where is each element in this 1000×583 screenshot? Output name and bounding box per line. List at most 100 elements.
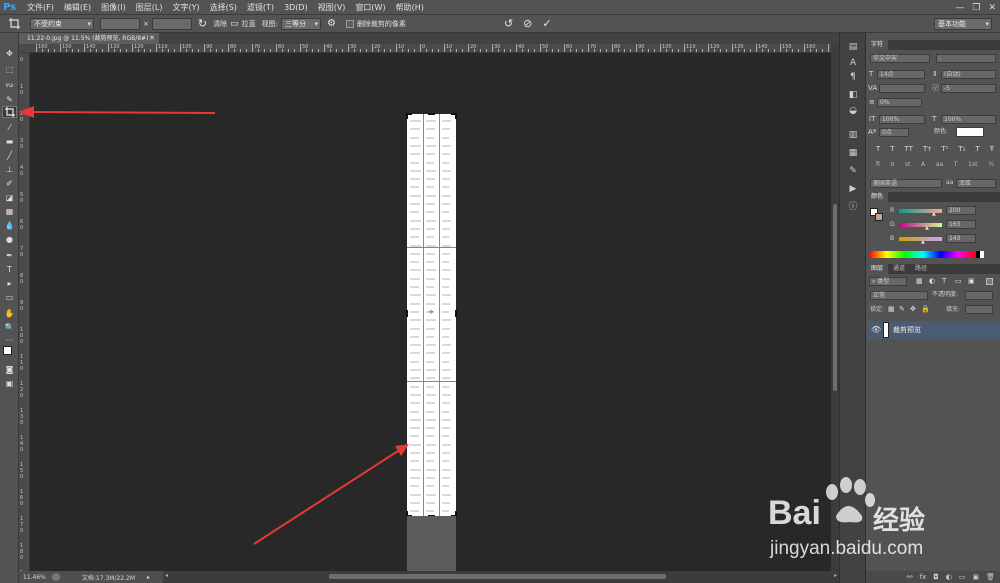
path-select-tool-icon[interactable]: ▸ (2, 277, 17, 289)
spectrum-white[interactable] (980, 251, 984, 258)
crop-handle-left[interactable] (406, 310, 408, 317)
opentype-button[interactable]: 1st (968, 161, 977, 168)
menu-edit[interactable]: 编辑(E) (59, 0, 96, 15)
swap-symbol[interactable]: × (143, 20, 149, 28)
vertical-scale-field[interactable]: 100% (879, 115, 925, 124)
eyedropper-tool-icon[interactable]: ⁄ (2, 121, 17, 133)
text-color-swatch[interactable] (956, 127, 984, 137)
zoom-tool-icon[interactable]: 🔍 (2, 321, 17, 333)
clear-label[interactable]: 清除 (213, 19, 227, 29)
type-style-button[interactable]: T (876, 145, 880, 153)
tsume-field[interactable]: 0% (877, 98, 922, 107)
screen-mode-icon[interactable]: ▣ (2, 377, 17, 389)
red-field[interactable]: 200 (946, 206, 976, 215)
layer-row[interactable]: 👁 裁剪预览 (867, 321, 1000, 339)
fill-field[interactable] (965, 305, 993, 314)
blur-tool-icon[interactable]: 💧 (2, 219, 17, 231)
horizontal-scale-field[interactable]: 100% (941, 115, 996, 124)
eye-icon[interactable]: 👁 (871, 325, 881, 334)
crop-tool-preset-icon[interactable] (6, 17, 22, 31)
workspace-select[interactable]: 基本功能 (934, 18, 992, 30)
opentype-button[interactable]: T (954, 161, 958, 168)
quick-mask-icon[interactable]: ◙ (2, 363, 17, 375)
font-size-field[interactable]: 14点 (877, 70, 925, 79)
document-tab[interactable]: 11.22-0.jpg @ 11.5% (裁剪预览, RGB/8#) * × (19, 33, 159, 44)
filter-type-icon[interactable]: T (942, 277, 946, 286)
healing-brush-tool-icon[interactable]: ▬ (2, 135, 17, 147)
menu-filter[interactable]: 滤镜(T) (242, 0, 279, 15)
paragraph-panel-icon[interactable]: ¶ (846, 71, 860, 83)
commit-check-icon[interactable]: ✓ (542, 17, 551, 30)
vertical-scrollbar[interactable] (831, 44, 839, 571)
opentype-button[interactable]: aa (936, 161, 943, 168)
blend-mode-select[interactable]: 正常 (870, 291, 928, 300)
shape-tool-icon[interactable]: ▭ (2, 291, 17, 303)
menu-layer[interactable]: 图层(L) (131, 0, 168, 15)
zoom-level[interactable]: 11.46% (23, 574, 46, 581)
filter-adjust-icon[interactable]: ◐ (929, 277, 935, 286)
swatches-panel-icon[interactable]: ▦ (846, 147, 860, 159)
kerning-field[interactable] (879, 84, 925, 93)
lock-all-icon[interactable]: 🔒 (921, 305, 930, 314)
menu-image[interactable]: 图像(I) (96, 0, 131, 15)
horizontal-scroll-thumb[interactable] (329, 574, 666, 579)
status-menu-arrow-icon[interactable]: ▸ (147, 574, 150, 581)
green-slider-knob[interactable]: ▲ (925, 226, 929, 231)
tab-channels[interactable]: 通道 (888, 264, 910, 274)
leading-field[interactable]: (自动) (941, 70, 996, 79)
marquee-tool-icon[interactable]: ⬚ (2, 63, 17, 75)
font-family-select[interactable]: 华文中宋 (870, 54, 930, 63)
close-icon[interactable]: ✕ (988, 3, 996, 13)
view-select[interactable]: 三等分 (280, 17, 321, 30)
quick-select-tool-icon[interactable]: ✎ (2, 93, 17, 105)
tab-layers[interactable]: 图层 (866, 264, 889, 274)
type-style-button[interactable]: T (890, 145, 894, 153)
layers-footer-icon[interactable]: ◘ (933, 573, 939, 581)
minimize-icon[interactable]: — (955, 3, 964, 13)
layers-footer-icon[interactable]: ◐ (946, 573, 952, 581)
crop-handle-right[interactable] (455, 310, 457, 317)
type-style-button[interactable]: T¹ (941, 145, 948, 153)
eraser-tool-icon[interactable]: ◪ (2, 191, 17, 203)
layers-footer-icon[interactable]: ▭ (959, 573, 966, 581)
swap-icon[interactable]: ↻ (198, 17, 207, 30)
tab-paths[interactable]: 路径 (910, 264, 932, 274)
menu-window[interactable]: 窗口(W) (350, 0, 390, 15)
brush-tool-icon[interactable]: ╱ (2, 149, 17, 161)
green-field[interactable]: 163 (946, 220, 976, 229)
cancel-icon[interactable]: ⊘ (523, 17, 532, 30)
filter-pixel-icon[interactable]: ▦ (916, 277, 923, 286)
lock-image-icon[interactable]: ✎ (899, 305, 905, 314)
history-panel-icon[interactable]: ▤ (846, 41, 860, 53)
history-brush-tool-icon[interactable]: ✐ (2, 177, 17, 189)
color-bg-swatch[interactable] (875, 213, 883, 221)
lock-position-icon[interactable]: ✥ (910, 305, 916, 314)
status-info-icon[interactable] (51, 573, 60, 581)
layers-footer-icon[interactable]: fx (920, 573, 927, 581)
opacity-field[interactable] (965, 291, 993, 300)
menu-help[interactable]: 帮助(H) (391, 0, 429, 15)
scroll-right-icon[interactable]: ▸ (834, 572, 837, 579)
restore-icon[interactable]: ❐ (972, 3, 980, 13)
layers-footer-icon[interactable]: ▣ (972, 573, 979, 581)
crop-tool-icon[interactable] (2, 106, 17, 118)
character-panel-icon[interactable]: A (846, 57, 860, 69)
vertical-scroll-thumb[interactable] (833, 204, 837, 391)
blue-slider-knob[interactable]: ▲ (921, 240, 925, 245)
menu-3d[interactable]: 3D(D) (279, 0, 313, 15)
menu-view[interactable]: 视图(V) (313, 0, 351, 15)
green-slider[interactable] (899, 223, 942, 227)
menu-select[interactable]: 选择(S) (205, 0, 242, 15)
font-style-select[interactable]: - (936, 54, 996, 63)
brush-panel-icon[interactable]: ✎ (846, 165, 860, 177)
more-tools-icon[interactable]: ··· (2, 334, 17, 346)
type-style-button[interactable]: Ŧ (990, 145, 994, 153)
crop-handle-top[interactable] (428, 113, 435, 115)
canvas-area[interactable]: ⌖ (30, 53, 831, 571)
layer-filter-select[interactable]: ⌕ 类型 (869, 277, 907, 286)
dodge-tool-icon[interactable]: ● (2, 233, 17, 245)
type-tool-icon[interactable]: T (2, 263, 17, 275)
red-slider-knob[interactable]: ▲ (932, 212, 936, 217)
foreground-color-swatch[interactable] (3, 346, 12, 355)
filter-toggle[interactable] (986, 278, 993, 285)
